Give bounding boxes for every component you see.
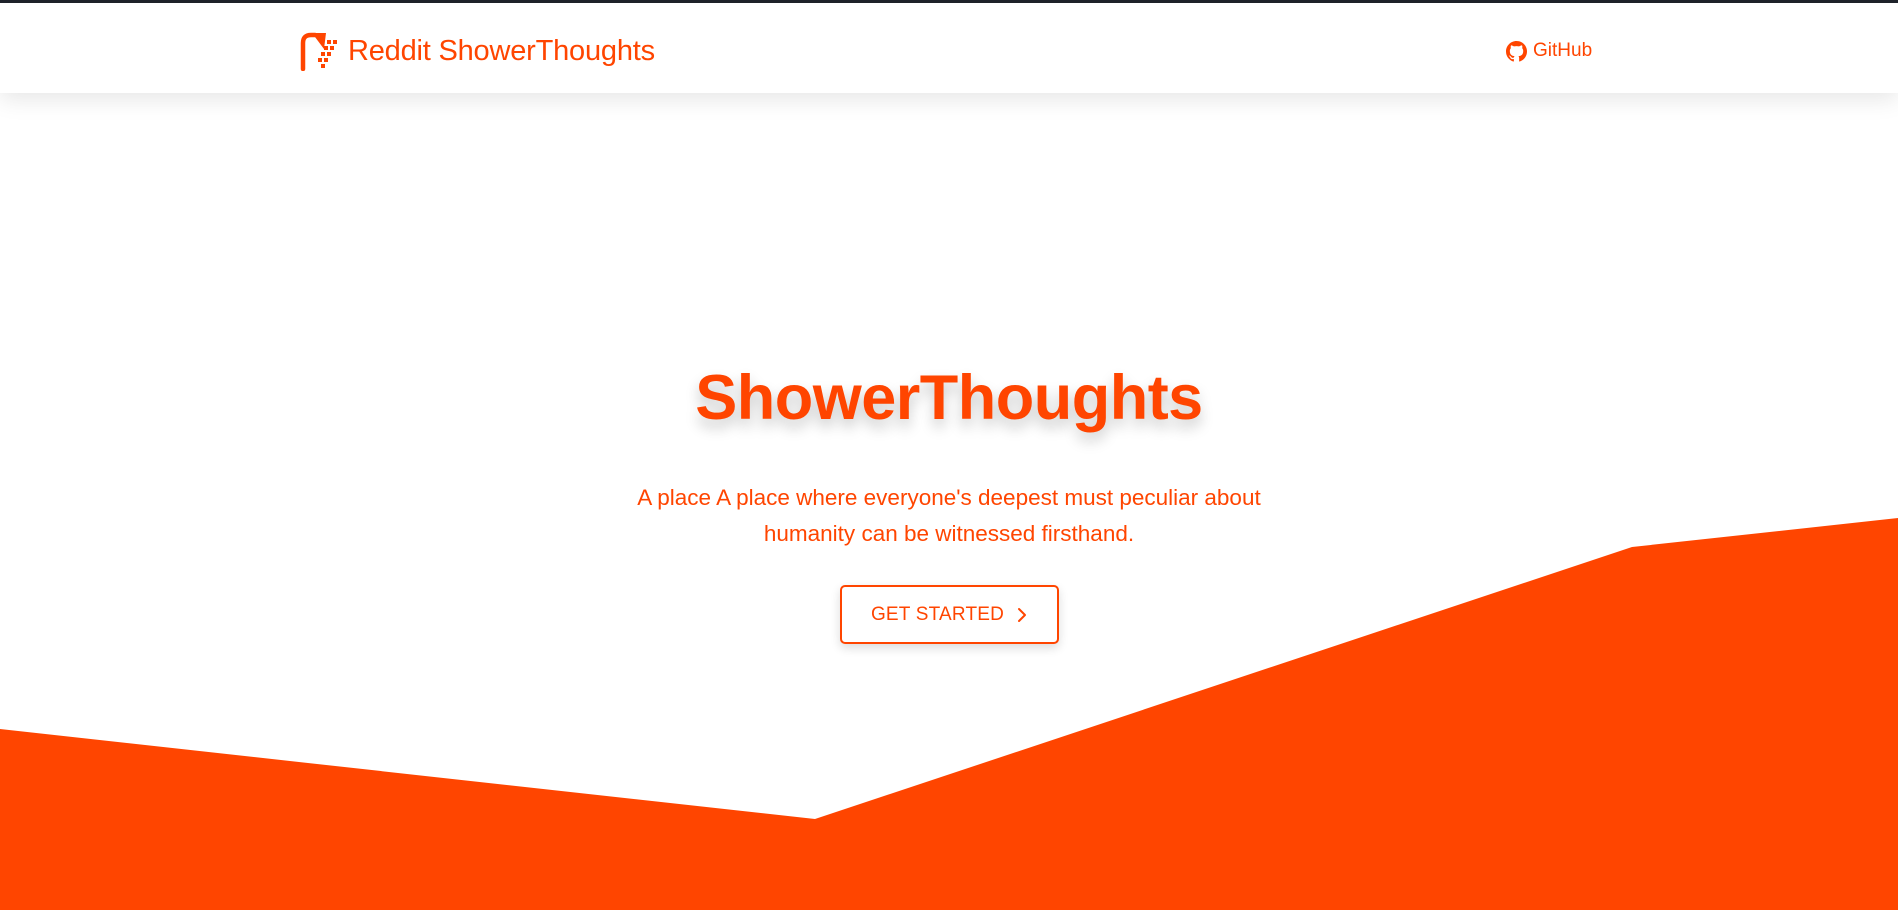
get-started-button[interactable]: GET STARTED — [840, 585, 1059, 644]
github-link[interactable]: GitHub — [1506, 38, 1592, 64]
github-label: GitHub — [1533, 40, 1593, 61]
brand-link[interactable]: Reddit ShowerThoughts — [300, 31, 655, 72]
shower-icon — [300, 31, 340, 72]
hero-background-shape — [0, 518, 1898, 910]
brand-title: Reddit ShowerThoughts — [348, 34, 655, 67]
github-icon — [1506, 40, 1527, 62]
chevron-right-icon — [1016, 607, 1028, 623]
navbar: Reddit ShowerThoughts GitHub — [0, 3, 1898, 93]
hero-title: ShowerThoughts — [695, 363, 1203, 433]
get-started-label: GET STARTED — [870, 603, 1005, 625]
hero-subtitle: A place A place where everyone's deepest… — [637, 485, 1261, 546]
